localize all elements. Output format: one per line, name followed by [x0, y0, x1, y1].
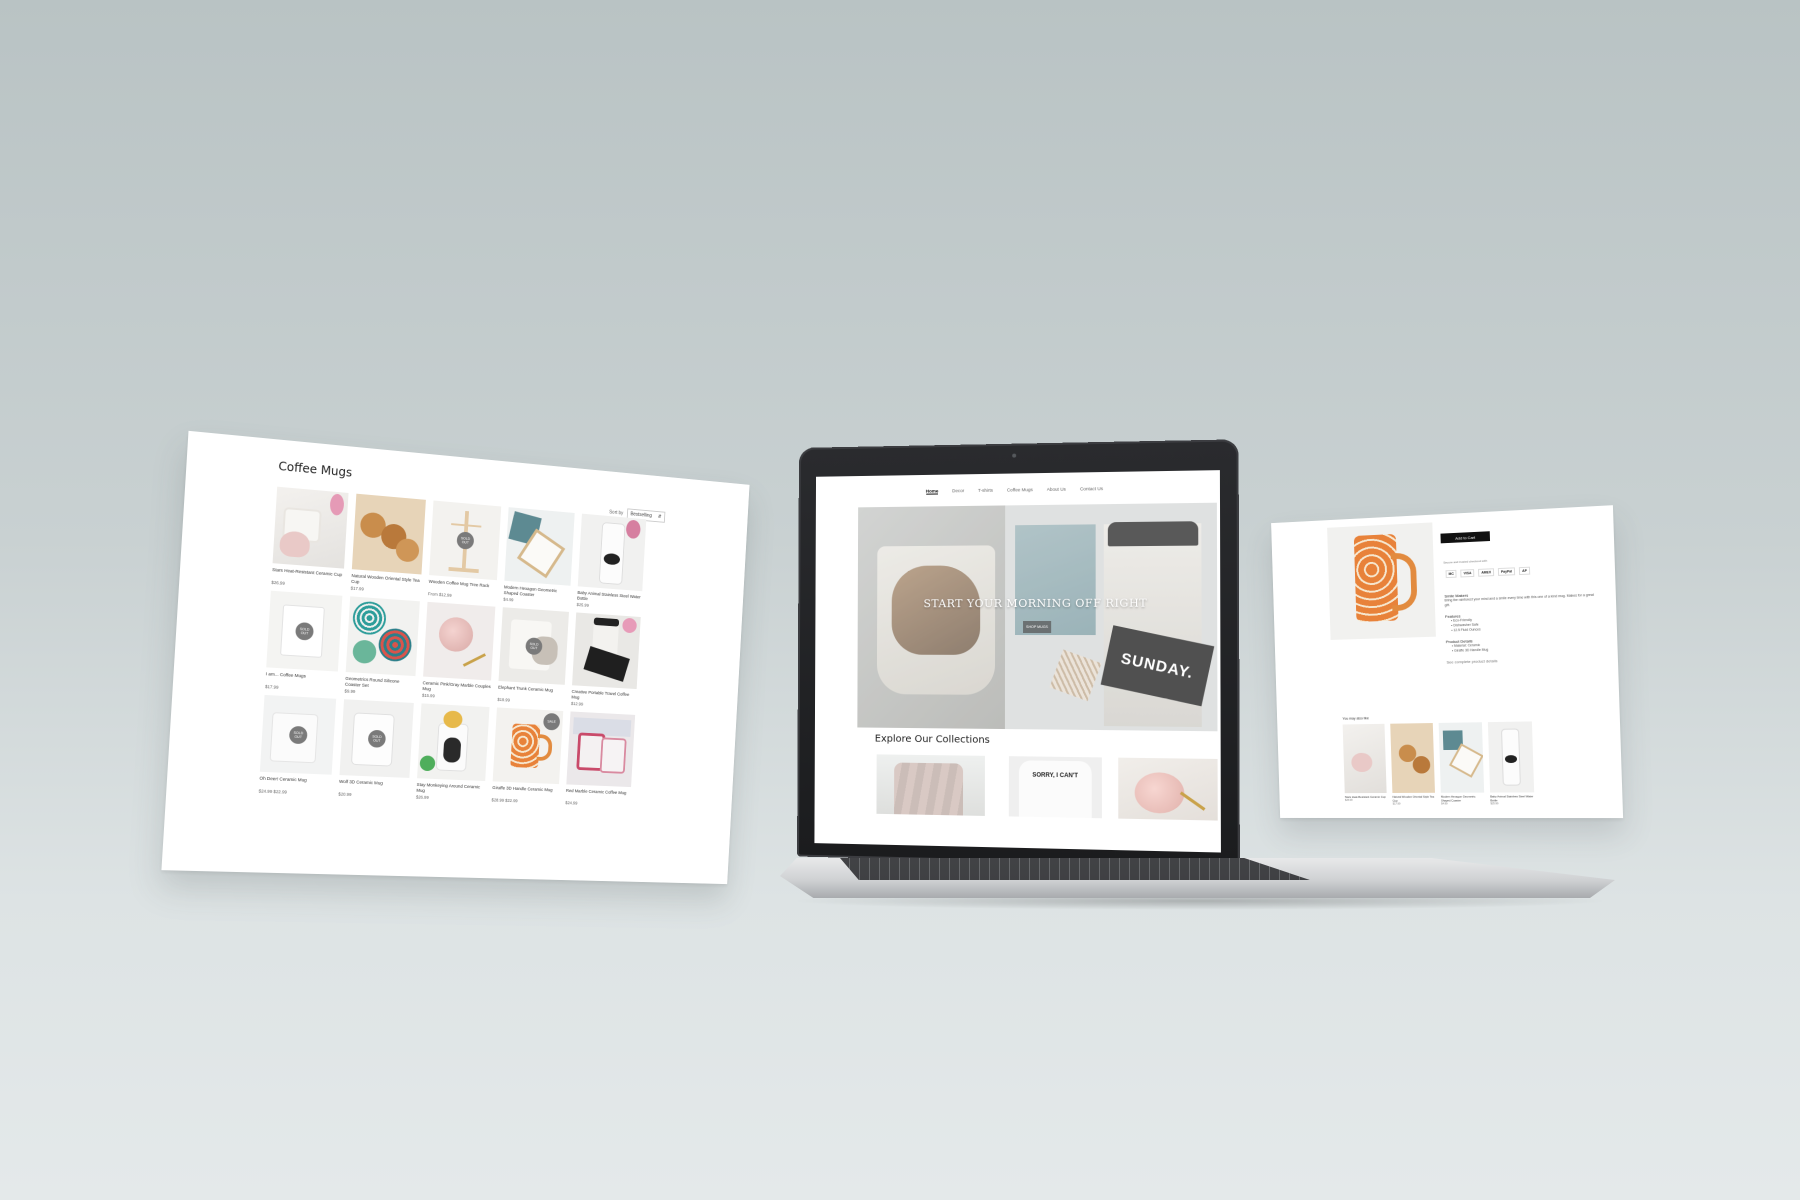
- product-image[interactable]: [272, 486, 349, 569]
- product-card[interactable]: SOLD OUT I am... Coffee Mugs $17.99: [265, 590, 343, 693]
- related-product-price: $26.99: [1344, 798, 1353, 802]
- product-image[interactable]: SALE: [492, 707, 564, 785]
- related-product-name[interactable]: Baby Animal Stainless Steel Water Bottle: [1490, 794, 1534, 802]
- related-product-price: $25.99: [1490, 802, 1499, 806]
- mockup-stage: Coffee Mugs Sort by Bestselling ⇵ Stars …: [0, 0, 1800, 1200]
- laptop-keyboard: [840, 858, 1310, 880]
- hero-title: START YOUR MORNING OFF RIGHT: [923, 596, 1148, 611]
- sale-badge: SALE: [542, 712, 561, 731]
- nav-item-about[interactable]: About Us: [1047, 487, 1066, 493]
- collection-card-decor[interactable]: [876, 754, 985, 816]
- secure-checkout-text: Secure and trusted checkout with: [1443, 558, 1488, 565]
- related-product-card[interactable]: Natural Wooden Oriental Style Tea Cup $1…: [1390, 723, 1435, 805]
- laptop-lid: Home Decor T-shirts Coffee Mugs About Us…: [797, 439, 1240, 868]
- amex-icon: AMEX: [1478, 568, 1495, 577]
- related-product-card[interactable]: Baby Animal Stainless Steel Water Bottle…: [1487, 721, 1535, 806]
- related-product-price: $4.99: [1441, 802, 1448, 806]
- paypal-icon: PayPal: [1497, 567, 1516, 576]
- product-card[interactable]: Creative Portable Travel Coffee Mug $12.…: [571, 612, 641, 709]
- product-card[interactable]: SOLD OUT Wolf 3D Ceramic Mug $20.99: [338, 699, 414, 799]
- product-card[interactable]: Baby Animal Stainless Steel Water Bottle…: [577, 513, 647, 612]
- sold-out-badge: SOLD OUT: [456, 531, 475, 550]
- nav-item-tshirts[interactable]: T-shirts: [978, 488, 993, 494]
- collection-page-screen: Coffee Mugs Sort by Bestselling ⇵ Stars …: [161, 430, 750, 885]
- payment-icons: MC VISA AMEX PayPal AP: [1445, 566, 1531, 579]
- main-nav: Home Decor T-shirts Coffee Mugs About Us…: [816, 470, 1220, 496]
- nav-item-contact[interactable]: Contact Us: [1080, 486, 1103, 492]
- product-card[interactable]: Stay Monkeying Around Ceramic Mug $26.99: [416, 703, 490, 802]
- hero-banner: SUNDAY. START YOUR MORNING OFF RIGHT SHO…: [857, 502, 1218, 732]
- related-product-image[interactable]: [1438, 722, 1485, 793]
- product-image[interactable]: [417, 703, 490, 782]
- product-card[interactable]: Ceramic Pink/Gray Marble Couples Mug $15…: [422, 601, 496, 702]
- related-product-price: $17.99: [1392, 802, 1401, 806]
- explore-heading: Explore Our Collections: [874, 733, 990, 746]
- product-image[interactable]: [423, 601, 496, 681]
- product-image[interactable]: [566, 711, 636, 788]
- related-product-image[interactable]: [1342, 723, 1387, 794]
- product-card[interactable]: SOLD OUT Wooden Coffee Mug Tree Rack Fro…: [428, 500, 502, 601]
- product-page-screen: Add to Cart Secure and trusted checkout …: [1271, 505, 1624, 819]
- related-product-image[interactable]: [1390, 723, 1435, 793]
- nav-item-coffee-mugs[interactable]: Coffee Mugs: [1007, 487, 1033, 493]
- camera-icon: [1011, 453, 1016, 458]
- product-image[interactable]: SOLD OUT: [266, 590, 343, 672]
- visa-icon: VISA: [1460, 569, 1475, 578]
- product-image[interactable]: [577, 513, 647, 592]
- apple-pay-icon: AP: [1519, 566, 1531, 576]
- related-product-card[interactable]: Stars Heat-Resistant Ceramic Cup $26.99: [1342, 723, 1387, 806]
- chevron-down-icon: ⇵: [657, 513, 662, 520]
- product-image[interactable]: [351, 493, 426, 575]
- product-image[interactable]: SOLD OUT: [259, 694, 337, 775]
- shop-mugs-button[interactable]: SHOP MUGS: [1023, 620, 1052, 634]
- mastercard-icon: MC: [1445, 569, 1457, 579]
- also-like-heading: You may also like: [1342, 716, 1369, 721]
- product-card[interactable]: SOLD OUT Elephant Trunk Ceramic Mug $19.…: [497, 607, 569, 705]
- product-card[interactable]: Red Marble Ceramic Coffee Mug $24.99: [565, 711, 636, 807]
- collection-card-tshirts[interactable]: SORRY, I CAN'T: [1008, 756, 1102, 819]
- related-product-name[interactable]: Modern Hexagon Geometric Shaped Coaster: [1441, 795, 1485, 803]
- product-grid: Stars Heat-Resistant Ceramic Cup $26.99 …: [259, 486, 722, 811]
- nav-item-decor[interactable]: Decor: [952, 488, 964, 494]
- product-image[interactable]: SOLD OUT: [498, 607, 569, 685]
- related-product-name[interactable]: Natural Wooden Oriental Style Tea Cup: [1392, 795, 1435, 803]
- related-product-image[interactable]: [1487, 721, 1535, 793]
- product-card[interactable]: Modern Hexagon Geometric Shaped Coaster …: [503, 507, 575, 606]
- related-product-card[interactable]: Modern Hexagon Geometric Shaped Coaster …: [1438, 722, 1485, 806]
- product-image[interactable]: SOLD OUT: [429, 500, 502, 581]
- home-page-screen: Home Decor T-shirts Coffee Mugs About Us…: [814, 470, 1221, 853]
- product-image[interactable]: [572, 612, 641, 690]
- product-description: Smile Makers Bring the rainforest your m…: [1444, 582, 1597, 665]
- product-card[interactable]: Natural Wooden Oriental Style Tea Cup $1…: [351, 493, 426, 596]
- product-image-main[interactable]: [1327, 522, 1436, 640]
- product-card[interactable]: Stars Heat-Resistant Ceramic Cup $26.99: [271, 486, 349, 590]
- product-image[interactable]: SOLD OUT: [339, 699, 414, 778]
- product-image[interactable]: [504, 507, 575, 586]
- collection-card-mugs[interactable]: [1118, 757, 1218, 821]
- product-card[interactable]: SOLD OUT Oh Deer! Ceramic Mug $24.99 $22…: [259, 694, 337, 796]
- product-image[interactable]: [345, 596, 420, 677]
- product-card[interactable]: SALE Giraffe 3D Handle Ceramic Mug $28.9…: [491, 707, 564, 804]
- product-details-link[interactable]: See complete product details: [1446, 656, 1597, 664]
- related-products: Stars Heat-Resistant Ceramic Cup $26.99 …: [1342, 721, 1535, 806]
- nav-item-home[interactable]: Home: [925, 488, 939, 495]
- product-card[interactable]: Geometrics Round Silicone Coaster Set $9…: [344, 596, 420, 697]
- add-to-cart-button[interactable]: Add to Cart: [1440, 531, 1491, 544]
